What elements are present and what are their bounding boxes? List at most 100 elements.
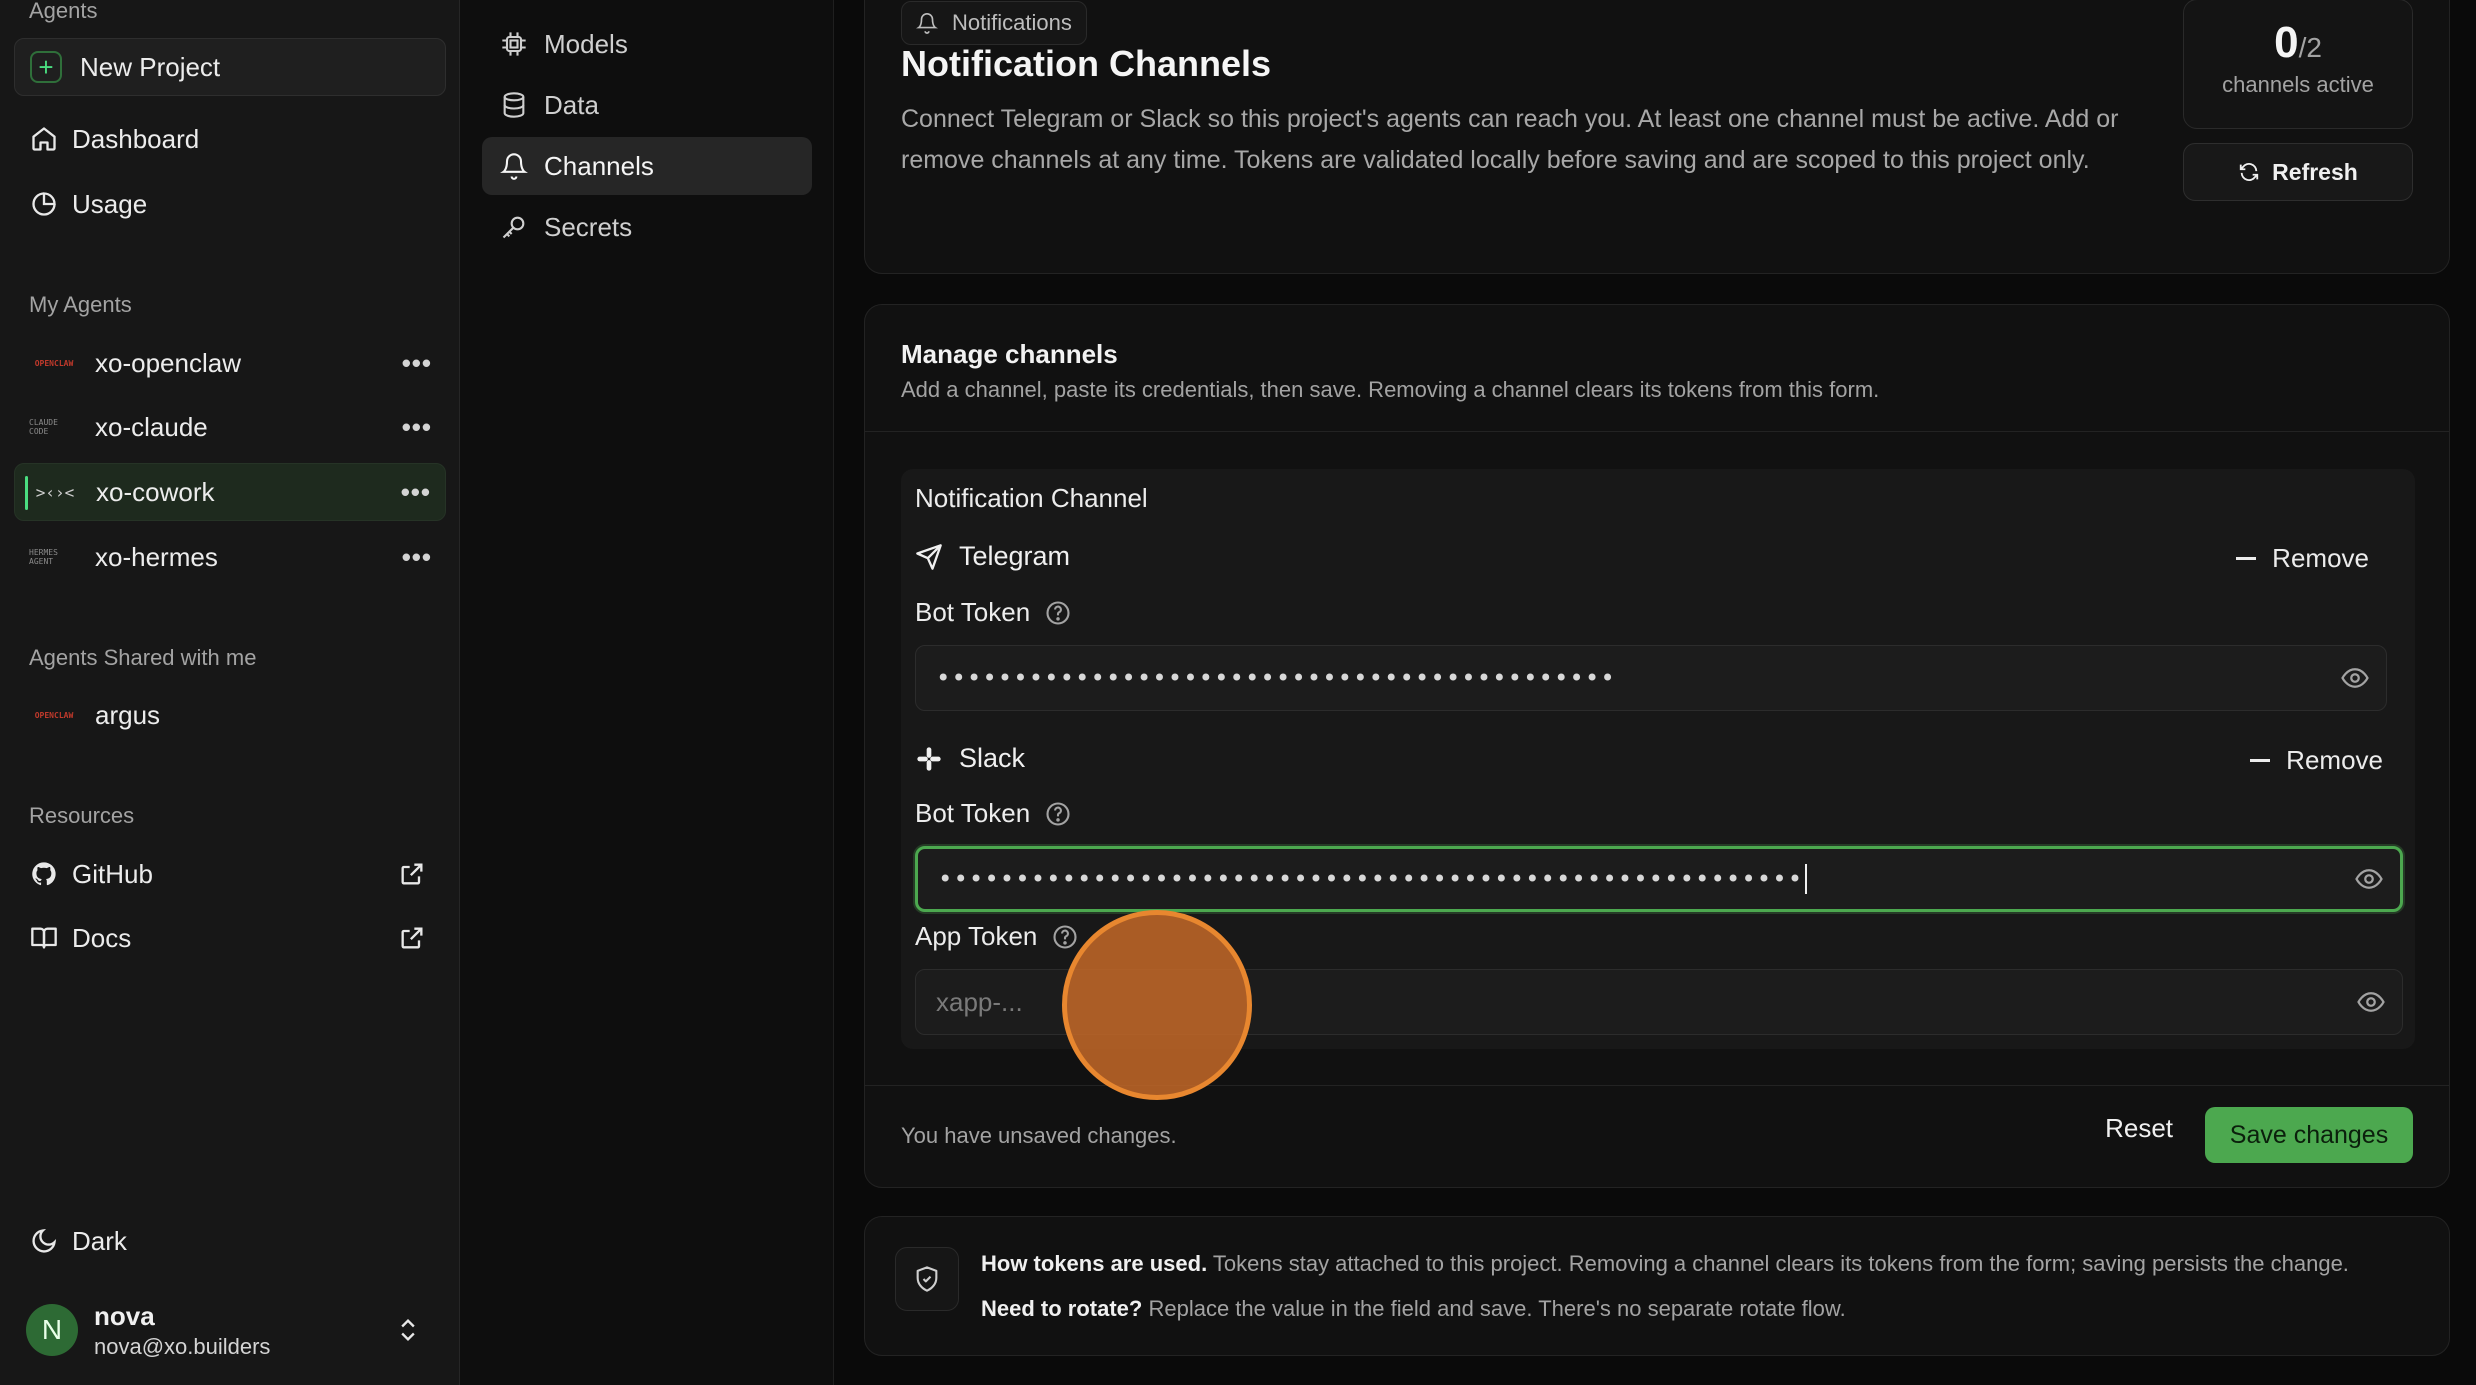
- slack-icon: [917, 746, 941, 771]
- openclaw-logo: OPENCLAW: [34, 358, 74, 368]
- user-menu[interactable]: N nova nova@xo.builders: [26, 1300, 436, 1360]
- nav-item-models[interactable]: Models: [482, 15, 812, 73]
- sidebar-item-label: Docs: [72, 922, 132, 953]
- remove-slack-button[interactable]: Remove: [2250, 745, 2383, 776]
- theme-toggle[interactable]: Dark: [14, 1212, 446, 1270]
- nav-item-channels[interactable]: Channels: [482, 137, 812, 195]
- telegram-bot-token-input[interactable]: ••••••••••••••••••••••••••••••••••••••••…: [915, 645, 2387, 711]
- home-icon: [29, 124, 59, 154]
- sidebar-item-dashboard[interactable]: Dashboard: [14, 110, 446, 168]
- divider: [865, 431, 2449, 432]
- sidebar-item-docs[interactable]: Docs: [14, 909, 446, 967]
- settings-nav: Models Data Channels Secrets: [460, 0, 834, 1385]
- nav-item-label: Data: [544, 89, 599, 120]
- chevron-up-down-icon[interactable]: [394, 1314, 422, 1346]
- eye-icon[interactable]: [2356, 987, 2386, 1017]
- minus-icon: [2250, 759, 2271, 762]
- section-label-resources: Resources: [29, 803, 135, 828]
- plus-icon: +: [30, 51, 62, 83]
- remove-label: Remove: [2286, 745, 2383, 775]
- divider: [865, 1085, 2449, 1086]
- openclaw-logo: OPENCLAW: [34, 710, 74, 720]
- help-circle-icon[interactable]: [1051, 923, 1079, 951]
- more-options-icon[interactable]: •••: [401, 477, 431, 508]
- slack-bot-token-input[interactable]: ••••••••••••••••••••••••••••••••••••••••…: [915, 846, 2403, 912]
- section-label-shared: Agents Shared with me: [29, 645, 257, 670]
- agent-name: xo-cowork: [96, 476, 215, 507]
- agent-item-xo-hermes[interactable]: HERMES AGENT xo-hermes •••: [14, 528, 446, 586]
- refresh-label: Refresh: [2272, 158, 2358, 185]
- stat-label: channels active: [2222, 72, 2374, 97]
- agent-item-xo-cowork[interactable]: >‹›< xo-cowork •••: [14, 463, 446, 521]
- new-project-label: New Project: [80, 51, 221, 82]
- section-label-agents: Agents: [29, 0, 98, 23]
- user-name: nova: [94, 1300, 155, 1331]
- input-value: ••••••••••••••••••••••••••••••••••••••••…: [938, 865, 1804, 893]
- token-info-card: How tokens are used. Tokens stay attache…: [864, 1216, 2450, 1356]
- stat-value: 0/2: [2274, 18, 2322, 67]
- sidebar-item-label: Usage: [72, 188, 148, 219]
- stat-total: /2: [2298, 32, 2322, 63]
- agent-item-xo-openclaw[interactable]: OPENCLAW xo-openclaw •••: [14, 334, 446, 392]
- panel-title: Notification Channel: [915, 483, 1148, 513]
- nav-item-label: Models: [544, 28, 628, 59]
- agent-name: xo-openclaw: [95, 347, 241, 378]
- sidebar-item-label: Dashboard: [72, 123, 200, 154]
- agent-name: argus: [95, 699, 161, 730]
- agent-item-argus[interactable]: OPENCLAW argus: [14, 686, 446, 744]
- more-options-icon[interactable]: •••: [402, 542, 432, 573]
- external-link-icon: [401, 863, 423, 885]
- theme-label: Dark: [72, 1225, 127, 1256]
- info-tokens-usage: How tokens are used. Tokens stay attache…: [981, 1251, 2349, 1276]
- save-changes-button[interactable]: Save changes: [2205, 1107, 2413, 1163]
- remove-label: Remove: [2272, 543, 2369, 573]
- eye-icon[interactable]: [2340, 663, 2370, 693]
- more-options-icon[interactable]: •••: [402, 412, 432, 443]
- notification-channel-panel: Notification Channel Telegram Remove Bot…: [901, 469, 2415, 1049]
- external-link-icon: [401, 927, 423, 949]
- sidebar-item-label: GitHub: [72, 858, 153, 889]
- moon-icon: [29, 1226, 59, 1256]
- reset-button[interactable]: Reset: [2105, 1113, 2173, 1144]
- agent-item-xo-claude[interactable]: CLAUDE CODE xo-claude •••: [14, 398, 446, 456]
- shield-icon: [895, 1247, 959, 1311]
- sidebar-item-usage[interactable]: Usage: [14, 175, 446, 233]
- page-title: Notification Channels: [901, 43, 1272, 84]
- unsaved-changes-notice: You have unsaved changes.: [901, 1123, 1177, 1148]
- help-circle-icon[interactable]: [1044, 599, 1072, 627]
- pie-chart-icon: [29, 189, 59, 219]
- badge-label: Notifications: [952, 10, 1072, 35]
- more-options-icon[interactable]: •••: [402, 348, 432, 379]
- sidebar-item-github[interactable]: GitHub: [14, 845, 446, 903]
- info-rotate: Need to rotate? Replace the value in the…: [981, 1296, 1846, 1321]
- key-icon: [502, 216, 525, 239]
- slack-app-token-input[interactable]: xapp-...: [915, 969, 2403, 1035]
- chip-icon: [502, 32, 526, 56]
- notifications-badge: Notifications: [901, 1, 1087, 45]
- bell-icon: [500, 153, 528, 180]
- book-icon: [29, 923, 59, 953]
- slack-app-token-label: App Token: [915, 921, 1079, 952]
- nav-item-secrets[interactable]: Secrets: [482, 198, 812, 256]
- agent-name: xo-claude: [95, 411, 208, 442]
- remove-telegram-button[interactable]: Remove: [2236, 543, 2369, 574]
- page-description: Connect Telegram or Slack so this projec…: [901, 105, 2119, 174]
- refresh-button[interactable]: Refresh: [2183, 143, 2413, 201]
- claude-code-logo: CLAUDE CODE: [29, 418, 58, 436]
- text-caret: [1805, 864, 1808, 894]
- input-placeholder: xapp-...: [936, 986, 1023, 1017]
- channel-name: Telegram: [959, 541, 1071, 571]
- send-icon: [916, 543, 942, 570]
- eye-icon[interactable]: [2354, 864, 2384, 894]
- nav-item-label: Secrets: [544, 211, 633, 242]
- agent-name: xo-hermes: [95, 541, 218, 572]
- input-value: ••••••••••••••••••••••••••••••••••••••••…: [936, 664, 1616, 692]
- github-icon: [29, 859, 59, 889]
- channels-header-card: Notifications Notification Channels Conn…: [864, 0, 2450, 274]
- hermes-agent-logo: HERMES AGENT: [29, 548, 58, 566]
- slack-bot-token-label: Bot Token: [915, 798, 1072, 829]
- help-circle-icon[interactable]: [1044, 800, 1072, 828]
- telegram-bot-token-label: Bot Token: [915, 597, 1072, 628]
- new-project-button[interactable]: + New Project: [14, 38, 446, 96]
- nav-item-data[interactable]: Data: [482, 76, 812, 134]
